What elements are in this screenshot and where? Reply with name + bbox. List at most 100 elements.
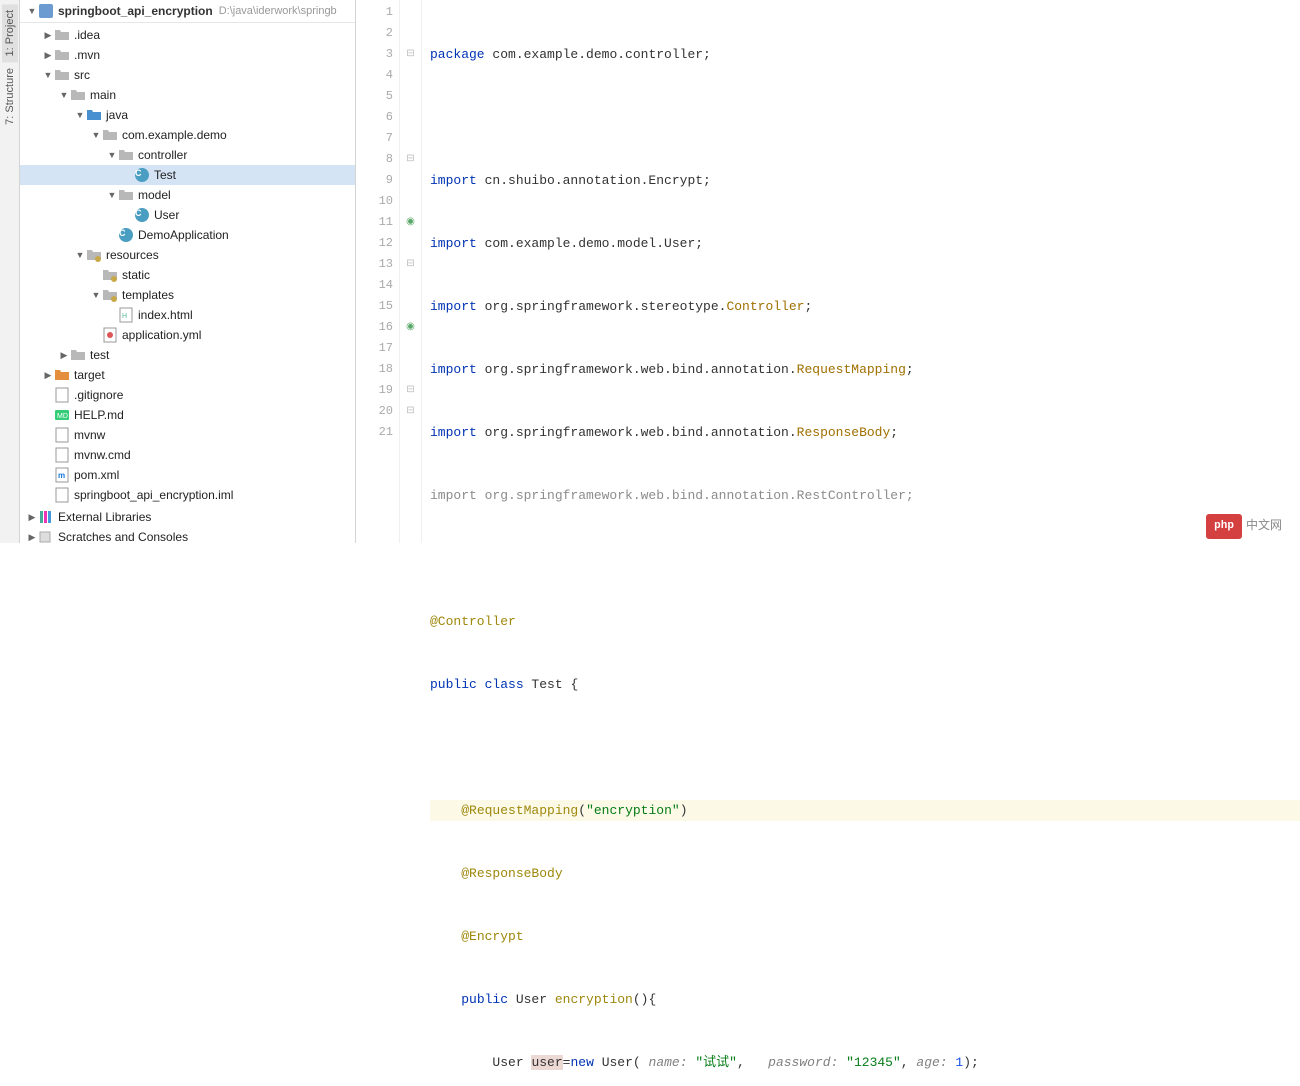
chevron-down-icon[interactable]: ▼: [58, 90, 70, 100]
class-icon: C: [134, 207, 150, 223]
tree-label: .idea: [74, 28, 100, 42]
line-number: 20: [356, 401, 393, 422]
line-number: 21: [356, 422, 393, 443]
chevron-right-icon[interactable]: ▶: [42, 50, 54, 61]
chevron-down-icon[interactable]: ▼: [26, 6, 38, 16]
tree-row-resources[interactable]: ▼resources: [20, 245, 355, 265]
chevron-right-icon[interactable]: ▶: [26, 512, 38, 523]
tree-label: mvnw: [74, 428, 105, 442]
gutter-blank: [400, 359, 421, 380]
left-tool-strip: 1: Project 7: Structure: [0, 0, 20, 543]
tree-label: controller: [138, 148, 187, 162]
run-gutter-icon[interactable]: ◉: [400, 212, 421, 233]
project-tool-tab[interactable]: 1: Project: [2, 4, 18, 62]
tree-row-index-html[interactable]: Hindex.html: [20, 305, 355, 325]
line-number: 10: [356, 191, 393, 212]
tree-row-mvnw[interactable]: mvnw: [20, 425, 355, 445]
tree-row-com-example-demo[interactable]: ▼ com.example.demo: [20, 125, 355, 145]
chevron-down-icon[interactable]: ▼: [90, 130, 102, 140]
tree-label: main: [90, 88, 116, 102]
fold-icon[interactable]: ⊟: [400, 254, 421, 275]
tree-row--idea[interactable]: ▶ .idea: [20, 25, 355, 45]
project-sidebar[interactable]: ▼ springboot_api_encryption D:\java\ider…: [20, 0, 356, 543]
tree-row-application-yml[interactable]: application.yml: [20, 325, 355, 345]
git-icon: [54, 387, 70, 403]
run-gutter-icon[interactable]: ◉: [400, 317, 421, 338]
tree-label: java: [106, 108, 128, 122]
class-icon: C: [134, 167, 150, 183]
folder-res-icon: [86, 247, 102, 263]
tree-label: mvnw.cmd: [74, 448, 131, 462]
chevron-right-icon[interactable]: ▶: [58, 350, 70, 361]
chevron-down-icon[interactable]: ▼: [42, 70, 54, 80]
chevron-right-icon[interactable]: ▶: [26, 532, 38, 543]
fold-icon[interactable]: ⊟: [400, 380, 421, 401]
chevron-right-icon[interactable]: ▶: [42, 370, 54, 381]
tree-row-mvnw-cmd[interactable]: mvnw.cmd: [20, 445, 355, 465]
ide-window: 1: Project 7: Structure ▼ springboot_api…: [0, 0, 1300, 543]
tree-row-test[interactable]: CTest: [20, 165, 355, 185]
tree-label: static: [122, 268, 150, 282]
tree-row-static[interactable]: static: [20, 265, 355, 285]
tree-row-controller[interactable]: ▼ controller: [20, 145, 355, 165]
line-number: 13: [356, 254, 393, 275]
tree-row-help-md[interactable]: MDHELP.md: [20, 405, 355, 425]
fold-icon[interactable]: ⊟: [400, 401, 421, 422]
tree-row-target[interactable]: ▶ target: [20, 365, 355, 385]
code-area[interactable]: package com.example.demo.controller; imp…: [422, 0, 1300, 543]
gutter-blank: [400, 191, 421, 212]
watermark-text: 中文网: [1246, 516, 1282, 537]
chevron-right-icon[interactable]: ▶: [42, 30, 54, 41]
fold-icon[interactable]: ⊟: [400, 149, 421, 170]
gutter-blank: [400, 86, 421, 107]
fold-icon[interactable]: ⊟: [400, 44, 421, 65]
gutter-blank: [400, 23, 421, 44]
line-number: 18: [356, 359, 393, 380]
tree-row-test[interactable]: ▶test: [20, 345, 355, 365]
tree-row-user[interactable]: C User: [20, 205, 355, 225]
tree-row--gitignore[interactable]: .gitignore: [20, 385, 355, 405]
svg-text:m: m: [58, 471, 65, 480]
line-number: 3: [356, 44, 393, 65]
line-number: 8: [356, 149, 393, 170]
chevron-down-icon[interactable]: ▼: [106, 190, 118, 200]
line-number: 12: [356, 233, 393, 254]
file-tree: ▶.idea▶.mvn▼src▼main▼java▼com.example.de…: [20, 23, 355, 507]
tree-row-templates[interactable]: ▼ templates: [20, 285, 355, 305]
project-root-row[interactable]: ▼ springboot_api_encryption D:\java\ider…: [20, 0, 355, 23]
tree-row-java[interactable]: ▼ java: [20, 105, 355, 125]
scratches-row[interactable]: ▶ Scratches and Consoles: [20, 527, 355, 543]
iml-icon: [54, 487, 70, 503]
folder-icon: [118, 147, 134, 163]
yml-icon: [102, 327, 118, 343]
project-root-path: D:\java\iderwork\springb: [219, 5, 337, 17]
tree-label: target: [74, 368, 105, 382]
structure-tool-tab[interactable]: 7: Structure: [2, 62, 18, 131]
tree-label: com.example.demo: [122, 128, 227, 142]
external-libraries-row[interactable]: ▶ External Libraries: [20, 507, 355, 527]
chevron-down-icon[interactable]: ▼: [106, 150, 118, 160]
tree-label: .mvn: [74, 48, 100, 62]
module-icon: [38, 3, 54, 19]
folder-icon: [54, 67, 70, 83]
tree-row-model[interactable]: ▼model: [20, 185, 355, 205]
line-number: 2: [356, 23, 393, 44]
folder-res-icon: [102, 267, 118, 283]
gutter-blank: [400, 338, 421, 359]
tree-row-pom-xml[interactable]: mpom.xml: [20, 465, 355, 485]
gutter-blank: [400, 170, 421, 191]
code-editor[interactable]: 123456789101112131415161718192021 ⊟ ⊟ ◉ …: [356, 0, 1300, 543]
chevron-down-icon[interactable]: ▼: [74, 250, 86, 260]
tree-label: templates: [122, 288, 174, 302]
chevron-down-icon[interactable]: ▼: [74, 110, 86, 120]
tree-row-demoapplication[interactable]: CDemoApplication: [20, 225, 355, 245]
tree-row-src[interactable]: ▼src: [20, 65, 355, 85]
line-number: 1: [356, 2, 393, 23]
tree-label: User: [154, 208, 179, 222]
folder-orange-icon: [54, 367, 70, 383]
chevron-down-icon[interactable]: ▼: [90, 290, 102, 300]
tree-row-springboot-api-encryption-iml[interactable]: springboot_api_encryption.iml: [20, 485, 355, 505]
tree-row-main[interactable]: ▼ main: [20, 85, 355, 105]
tree-row--mvn[interactable]: ▶ .mvn: [20, 45, 355, 65]
file-icon: [54, 447, 70, 463]
